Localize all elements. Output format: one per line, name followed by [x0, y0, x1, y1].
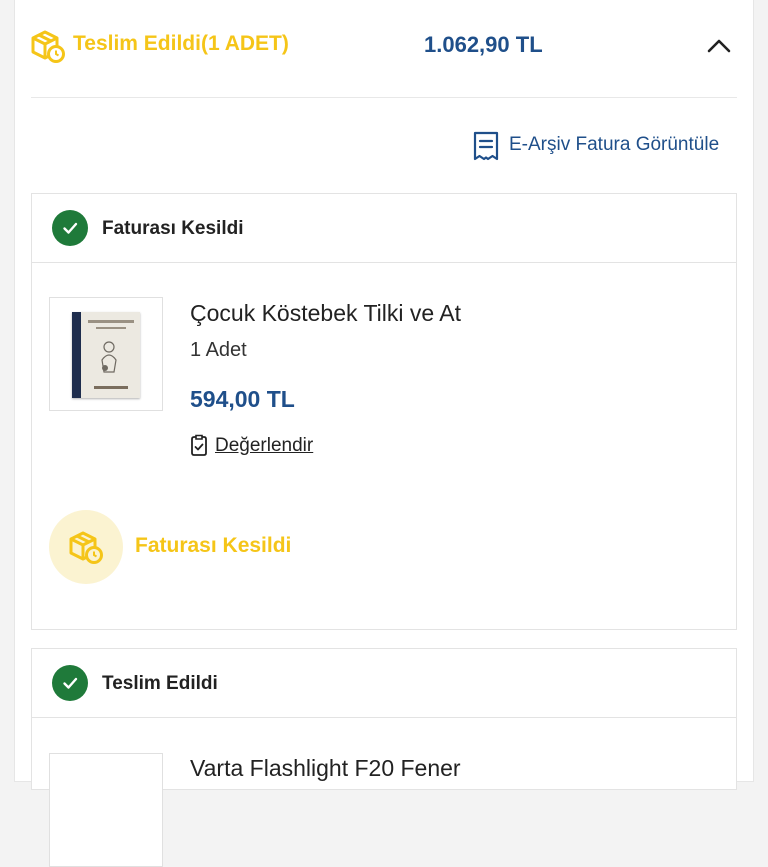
e-archive-invoice-label[interactable]: E-Arşiv Fatura Görüntüle [509, 134, 719, 156]
shipment-status-header[interactable]: Teslim Edildi(1 ADET) 1.062,90 TL [30, 26, 736, 66]
check-circle-icon [52, 210, 88, 246]
receipt-icon [473, 131, 499, 161]
shipment-total: 1.062,90 TL [424, 32, 543, 57]
package-status-header: Teslim Edildi [32, 649, 736, 718]
product-quantity: 1 Adet [190, 339, 247, 361]
product-name[interactable]: Çocuk Köstebek Tilki ve At [190, 300, 461, 327]
product-image[interactable] [49, 297, 163, 411]
check-circle-icon [52, 665, 88, 701]
clipboard-check-icon [191, 434, 207, 456]
rate-product-label[interactable]: Değerlendir [215, 435, 313, 457]
package-status-header: Faturası Kesildi [32, 194, 736, 263]
product-name[interactable]: Varta Flashlight F20 Fener [190, 755, 461, 782]
package-clock-icon [69, 531, 103, 564]
product-image[interactable] [49, 753, 163, 867]
chevron-up-icon[interactable] [706, 34, 732, 58]
package-box: Faturası Kesildi Çocuk Köstebek Tilki ve… [31, 193, 737, 630]
product-price: 594,00 TL [190, 386, 295, 412]
package-box: Teslim Edildi Varta Flashlight F20 Fener [31, 648, 737, 867]
status-icon-circle [49, 510, 123, 584]
shipment-status-label: Teslim Edildi(1 ADET) [73, 32, 289, 55]
package-clock-icon [31, 30, 65, 63]
package-status-text: Teslim Edildi [102, 673, 218, 694]
package-progress-label: Faturası Kesildi [135, 534, 292, 557]
divider [31, 97, 737, 98]
package-status-text: Faturası Kesildi [102, 218, 244, 239]
book-cover-image [72, 312, 140, 398]
